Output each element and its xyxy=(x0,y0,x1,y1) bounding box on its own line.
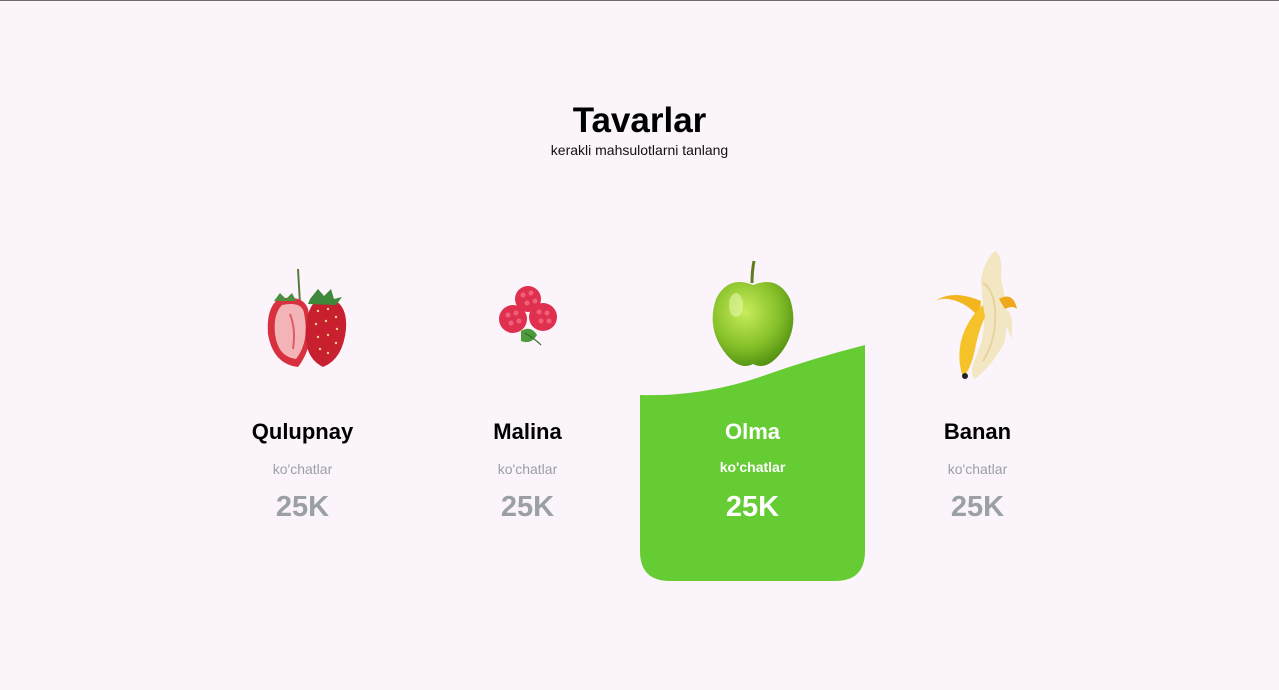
product-card-banan[interactable]: Banan ko'chatlar 25K xyxy=(865,245,1090,581)
raspberry-icon xyxy=(463,249,593,379)
product-name: Banan xyxy=(943,419,1012,444)
page-header: Tavarlar kerakli mahsulotlarni tanlang xyxy=(0,101,1279,159)
strawberry-icon xyxy=(238,249,368,379)
product-category: ko'chatlar xyxy=(947,461,1008,477)
product-card-olma[interactable]: Olma ko'chatlar 25K xyxy=(640,245,865,581)
product-price: 25K xyxy=(950,491,1005,523)
product-price: 25K xyxy=(275,491,330,523)
banana-icon xyxy=(913,249,1043,379)
product-name: Olma xyxy=(724,419,781,444)
page-title: Tavarlar xyxy=(572,101,707,140)
product-name: Malina xyxy=(493,419,562,444)
product-list: Qulupnay ko'chatlar 25K Malina ko'chatla… xyxy=(190,245,1090,581)
product-card-malina[interactable]: Malina ko'chatlar 25K xyxy=(415,245,640,581)
product-category: ko'chatlar xyxy=(272,461,333,477)
product-name: Qulupnay xyxy=(251,419,354,444)
apple-icon xyxy=(688,249,818,379)
page-subtitle: kerakli mahsulotlarni tanlang xyxy=(550,142,729,158)
product-category: ko'chatlar xyxy=(719,459,786,475)
product-price: 25K xyxy=(500,491,555,523)
product-card-qulupnay[interactable]: Qulupnay ko'chatlar 25K xyxy=(190,245,415,581)
product-price: 25K xyxy=(725,491,780,523)
product-category: ko'chatlar xyxy=(497,461,558,477)
